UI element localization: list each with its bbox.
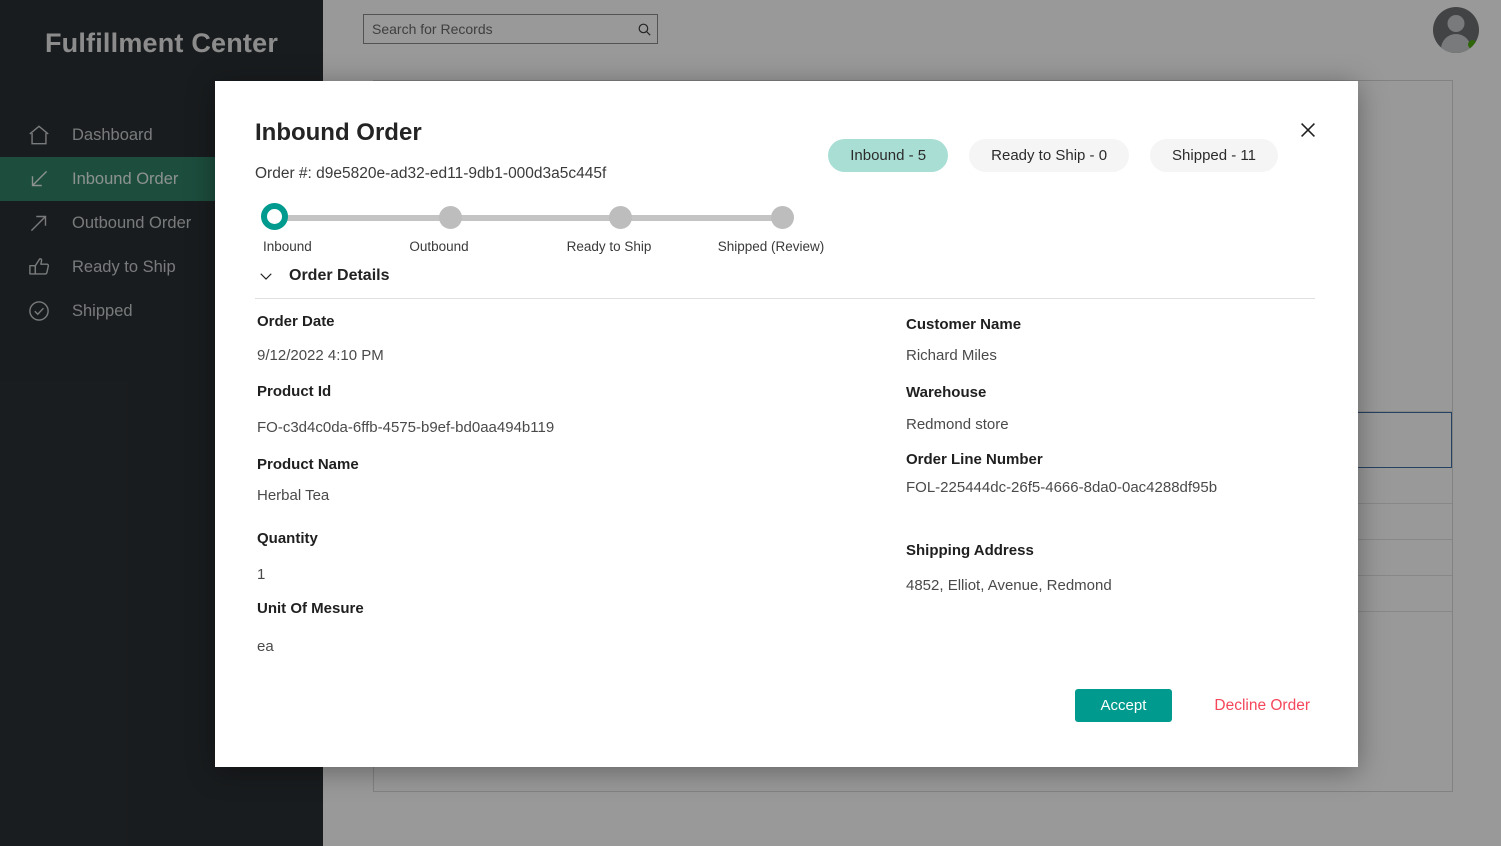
stepper-label: Ready to Ship <box>566 239 652 254</box>
field-shipping-address: Shipping Address 4852, Elliot, Avenue, R… <box>906 542 1336 594</box>
section-divider <box>255 298 1315 299</box>
field-order-line-number: Order Line Number FOL-225444dc-26f5-4666… <box>906 451 1336 496</box>
field-label: Shipping Address <box>906 542 1034 559</box>
order-details-left-column: Order Date 9/12/2022 4:10 PM Product Id … <box>257 313 887 655</box>
pill-shipped[interactable]: Shipped - 11 <box>1150 139 1278 172</box>
field-label: Order Line Number <box>906 451 1043 468</box>
app-root: Fulfillment Center Dashboard Inbound Ord… <box>0 0 1501 846</box>
field-label: Product Id <box>257 383 332 400</box>
stepper-label: Inbound <box>263 239 312 254</box>
stepper-node <box>261 203 288 230</box>
chevron-down-icon <box>257 267 275 285</box>
stepper-label: Outbound <box>409 239 469 254</box>
field-value: FO-c3d4c0da-6ffb-4575-b9ef-bd0aa494b119 <box>257 419 555 436</box>
field-order-date: Order Date 9/12/2022 4:10 PM <box>257 313 887 364</box>
field-product-name: Product Name Herbal Tea <box>257 456 887 504</box>
stepper-node <box>439 206 462 229</box>
field-value: FOL-225444dc-26f5-4666-8da0-0ac4288df95b <box>906 479 1218 496</box>
field-value: Richard Miles <box>906 347 997 364</box>
order-progress-stepper: Inbound Outbound Ready to Ship Shipped (… <box>255 203 875 263</box>
field-value: 9/12/2022 4:10 PM <box>257 347 384 364</box>
field-quantity: Quantity 1 <box>257 530 887 583</box>
order-details-right-column: Customer Name Richard Miles Warehouse Re… <box>906 316 1336 594</box>
page-title: Inbound Order <box>255 119 422 146</box>
field-warehouse: Warehouse Redmond store <box>906 384 1336 433</box>
field-value: ea <box>257 638 274 655</box>
field-label: Customer Name <box>906 316 1022 333</box>
order-details-section-toggle[interactable]: Order Details <box>257 267 389 285</box>
field-value: 1 <box>257 566 266 583</box>
status-filter-pills: Inbound - 5 Ready to Ship - 0 Shipped - … <box>828 139 1278 172</box>
stepper-track <box>273 215 781 221</box>
field-label: Warehouse <box>906 384 987 401</box>
field-label: Order Date <box>257 313 335 330</box>
order-details-section-title: Order Details <box>289 267 390 284</box>
field-label: Quantity <box>257 530 318 547</box>
order-number: Order #: d9e5820e-ad32-ed11-9db1-000d3a5… <box>255 165 607 182</box>
field-value: Redmond store <box>906 416 1009 433</box>
field-value: Herbal Tea <box>257 487 330 504</box>
pill-inbound[interactable]: Inbound - 5 <box>828 139 949 172</box>
close-icon[interactable] <box>1294 116 1322 144</box>
field-customer-name: Customer Name Richard Miles <box>906 316 1336 364</box>
inbound-order-dialog: Inbound Order Order #: d9e5820e-ad32-ed1… <box>215 81 1358 767</box>
accept-button[interactable]: Accept <box>1074 689 1173 722</box>
pill-ready-to-ship[interactable]: Ready to Ship - 0 <box>969 139 1130 172</box>
field-label: Product Name <box>257 456 359 473</box>
stepper-label: Shipped (Review) <box>717 239 825 254</box>
stepper-node <box>771 206 794 229</box>
stepper-node <box>609 206 632 229</box>
field-value: 4852, Elliot, Avenue, Redmond <box>906 577 1112 594</box>
field-label: Unit Of Mesure <box>257 600 364 617</box>
decline-order-button[interactable]: Decline Order <box>1214 697 1310 715</box>
dialog-actions: Accept Decline Order <box>1074 689 1310 722</box>
field-unit-of-measure: Unit Of Mesure ea <box>257 600 887 655</box>
field-product-id: Product Id FO-c3d4c0da-6ffb-4575-b9ef-bd… <box>257 383 887 436</box>
